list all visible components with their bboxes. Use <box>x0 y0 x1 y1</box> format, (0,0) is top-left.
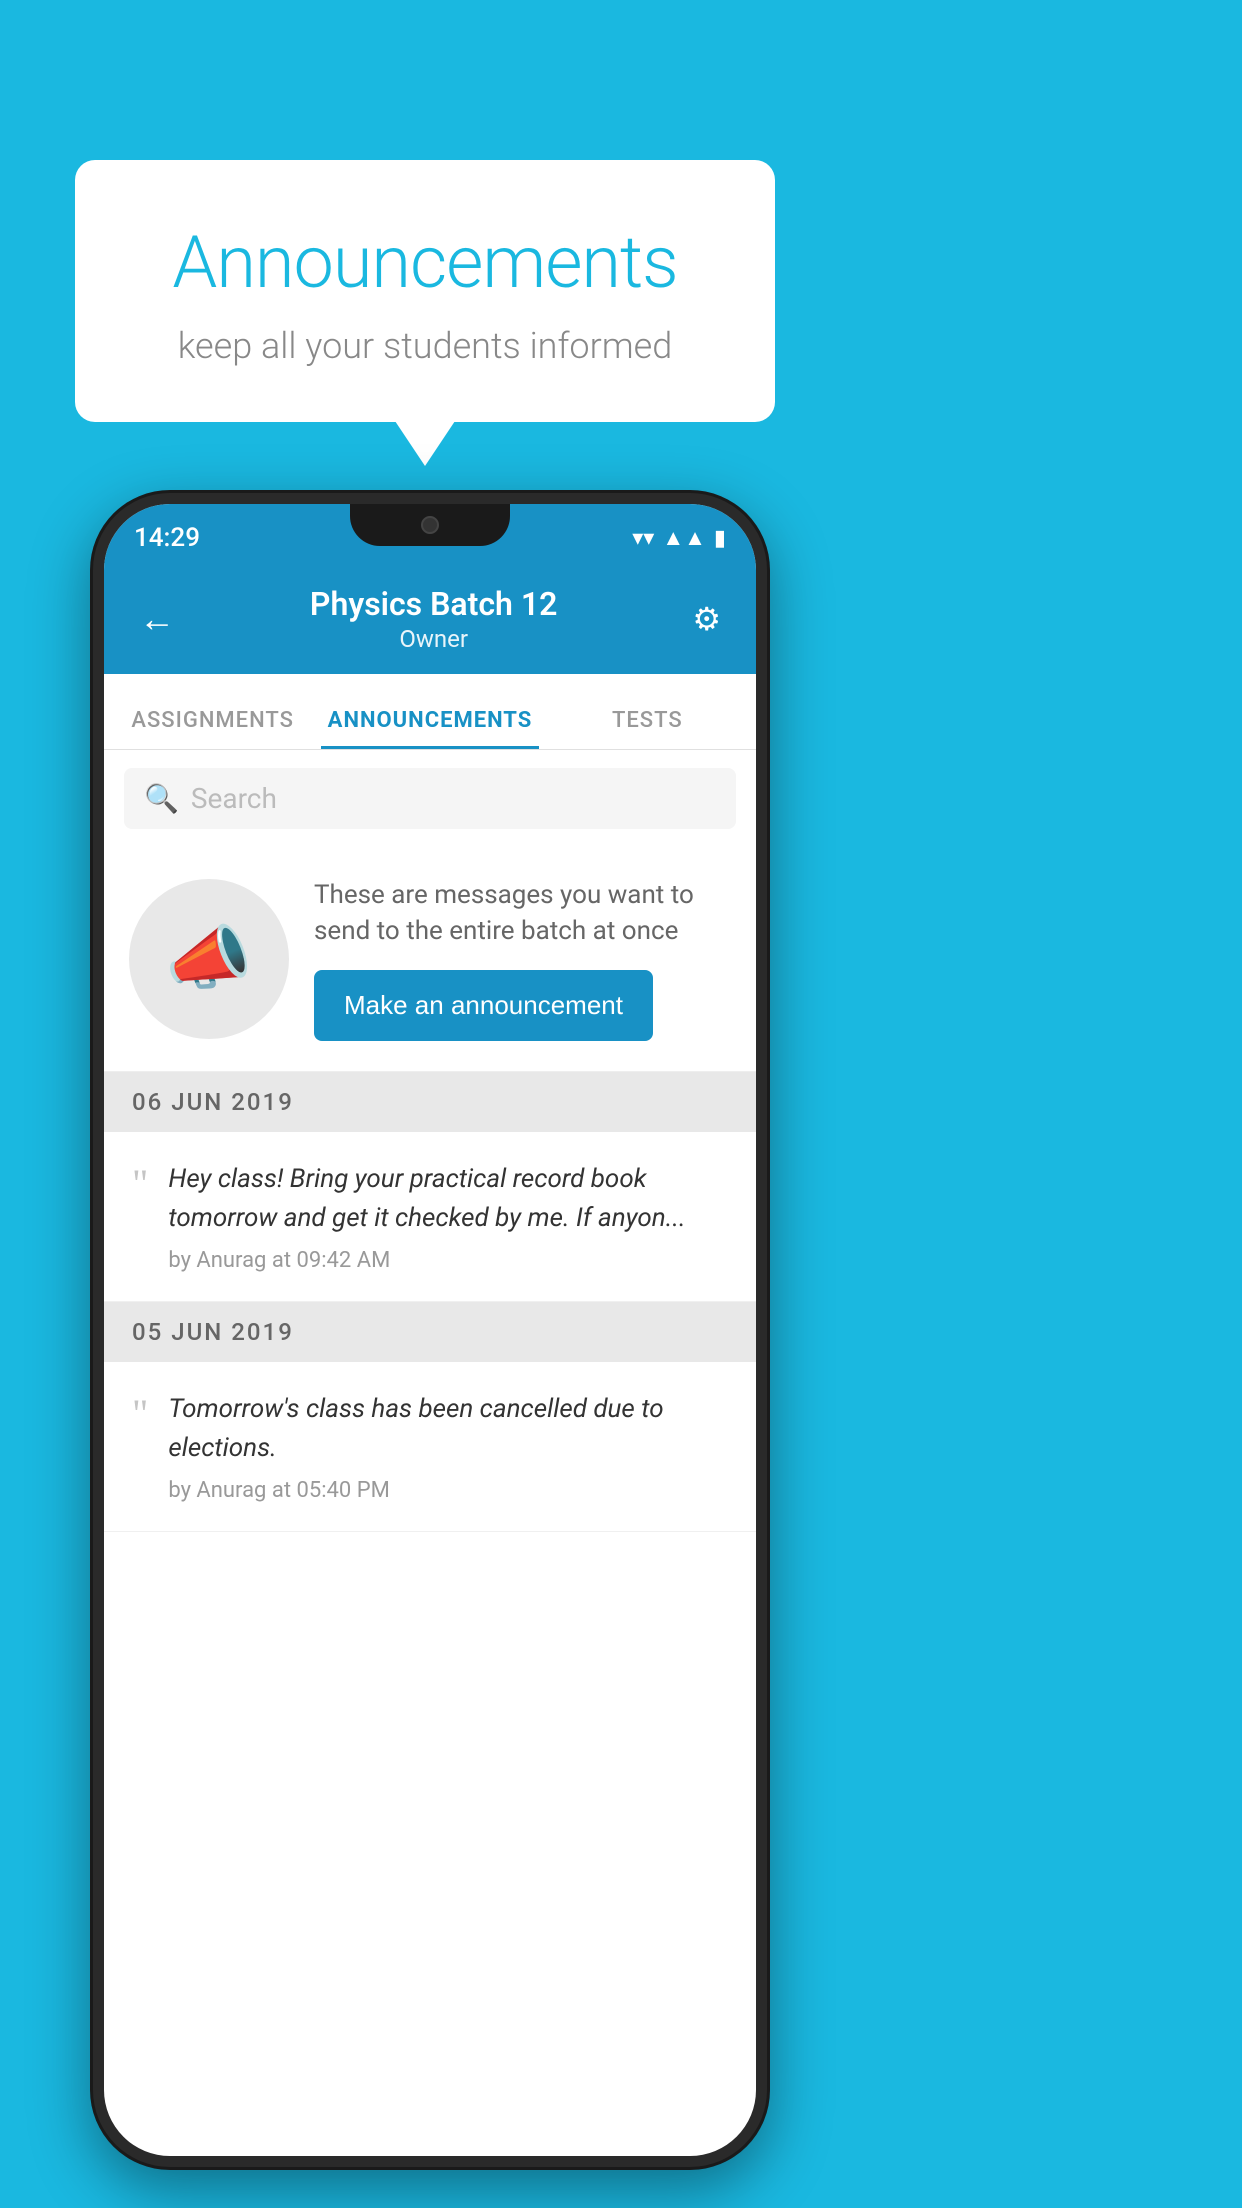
date-section-2: 05 JUN 2019 <box>104 1302 756 1362</box>
megaphone-circle: 📣 <box>129 879 289 1039</box>
announcement-meta-2: by Anurag at 05:40 PM <box>168 1478 728 1503</box>
battery-icon: ▮ <box>714 526 726 551</box>
date-label-2: 05 JUN 2019 <box>132 1318 294 1346</box>
search-bar[interactable]: 🔍 Search <box>124 768 736 829</box>
screen-content: 🔍 Search 📣 These are messages you want t… <box>104 750 756 1532</box>
settings-button[interactable]: ⚙ <box>682 590 731 648</box>
wifi-icon: ▾▾ <box>632 526 654 551</box>
hero-subtitle: keep all your students informed <box>125 325 725 367</box>
search-placeholder: Search <box>191 782 277 815</box>
promo-description: These are messages you want to send to t… <box>314 877 731 950</box>
promo-section: 📣 These are messages you want to send to… <box>104 847 756 1072</box>
phone-device: 14:29 ▾▾ ▲▲ ▮ ← Physics Batch 12 Owner ⚙ <box>90 490 770 2170</box>
announcement-meta-1: by Anurag at 09:42 AM <box>168 1248 728 1273</box>
announcement-content-1: Hey class! Bring your practical record b… <box>168 1160 728 1273</box>
promo-content: These are messages you want to send to t… <box>314 877 731 1041</box>
make-announcement-button[interactable]: Make an announcement <box>314 970 653 1041</box>
announcement-content-2: Tomorrow's class has been cancelled due … <box>168 1390 728 1503</box>
tab-assignments[interactable]: ASSIGNMENTS <box>104 708 321 749</box>
speech-bubble-card: Announcements keep all your students inf… <box>75 160 775 422</box>
announcement-item-1[interactable]: " Hey class! Bring your practical record… <box>104 1132 756 1302</box>
tab-bar: ASSIGNMENTS ANNOUNCEMENTS TESTS <box>104 674 756 750</box>
search-section: 🔍 Search <box>104 750 756 847</box>
status-icons: ▾▾ ▲▲ ▮ <box>632 525 726 551</box>
quote-icon-2: " <box>132 1394 148 1434</box>
signal-icon: ▲▲ <box>662 525 706 551</box>
date-section-1: 06 JUN 2019 <box>104 1072 756 1132</box>
status-time: 14:29 <box>134 523 200 553</box>
app-bar: ← Physics Batch 12 Owner ⚙ <box>104 564 756 674</box>
hero-title: Announcements <box>125 220 725 305</box>
announcement-text-2: Tomorrow's class has been cancelled due … <box>168 1390 728 1468</box>
app-bar-title-container: Physics Batch 12 Owner <box>195 585 672 653</box>
phone-notch <box>350 504 510 546</box>
tab-announcements[interactable]: ANNOUNCEMENTS <box>321 708 538 749</box>
search-icon: 🔍 <box>144 782 179 815</box>
quote-icon-1: " <box>132 1164 148 1204</box>
tab-tests[interactable]: TESTS <box>539 708 756 749</box>
back-button[interactable]: ← <box>129 588 185 650</box>
megaphone-icon: 📣 <box>165 918 252 1000</box>
announcement-item-2[interactable]: " Tomorrow's class has been cancelled du… <box>104 1362 756 1532</box>
date-label-1: 06 JUN 2019 <box>132 1088 294 1116</box>
front-camera <box>421 516 439 534</box>
app-bar-title: Physics Batch 12 <box>195 585 672 623</box>
announcement-text-1: Hey class! Bring your practical record b… <box>168 1160 728 1238</box>
app-bar-subtitle: Owner <box>195 625 672 653</box>
